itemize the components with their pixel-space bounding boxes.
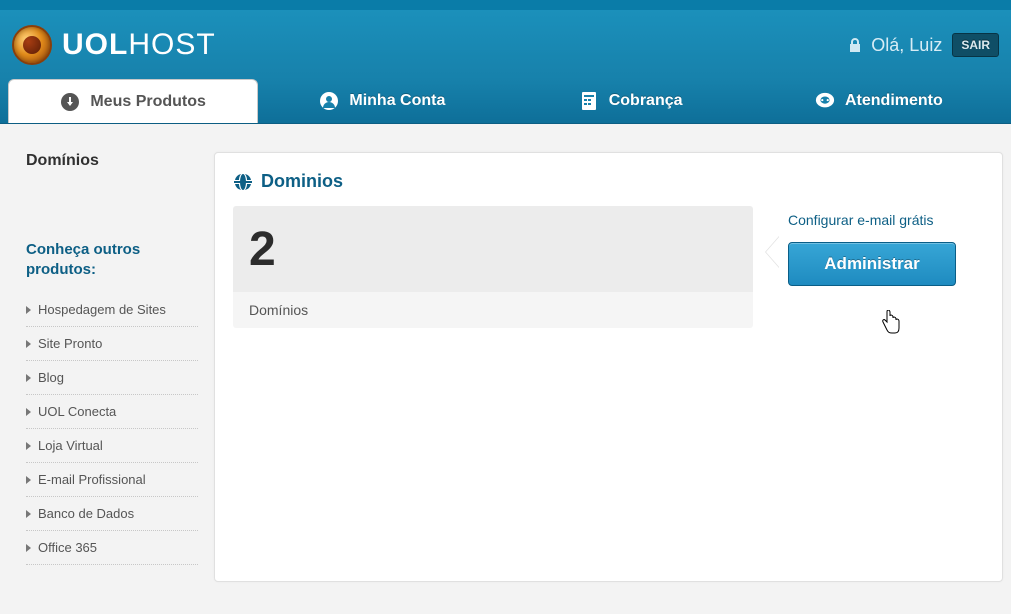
config-email-link[interactable]: Configurar e-mail grátis [788,212,984,228]
user-icon [319,91,339,111]
sidebar-list: Hospedagem de Sites Site Pronto Blog UOL… [26,293,198,565]
sidebar-item-label: E-mail Profissional [38,472,146,487]
header: UOLHOST Olá, Luiz SAIR [0,10,1011,80]
sidebar-item-office-365[interactable]: Office 365 [26,531,198,565]
billing-icon [579,91,599,111]
download-icon [60,92,80,112]
dominios-card: Dominios 2 Domínios Configurar e-mail gr… [214,152,1003,582]
lock-icon [849,38,861,52]
logo-light: HOST [128,28,215,61]
brand-logo[interactable]: UOLHOST [12,25,216,65]
support-icon [815,91,835,111]
tab-meus-produtos[interactable]: Meus Produtos [8,79,258,123]
top-accent-bar [0,0,1011,10]
card-title-row: Dominios [233,171,984,192]
tab-label: Atendimento [845,92,943,110]
tab-minha-conta[interactable]: Minha Conta [258,79,506,123]
greeting-text: Olá, Luiz [871,35,942,56]
sidebar-subtitle: Conheça outros produtos: [26,240,198,279]
sidebar-item-label: Blog [38,370,64,385]
stat-value: 2 [249,222,276,277]
page-body: Domínios Conheça outros produtos: Hosped… [0,124,1011,582]
sidebar: Domínios Conheça outros produtos: Hosped… [8,152,198,582]
actions-panel: Configurar e-mail grátis Administrar [788,206,984,286]
main-tabs: Meus Produtos Minha Conta Cobrança Atend… [0,80,1011,124]
stat-top: 2 [233,206,753,292]
sidebar-item-label: Site Pronto [38,336,102,351]
sidebar-item-hospedagem[interactable]: Hospedagem de Sites [26,293,198,327]
sidebar-item-label: Office 365 [38,540,97,555]
sidebar-title: Domínios [26,152,198,170]
tab-label: Meus Produtos [90,93,206,111]
stat-row: 2 Domínios Configurar e-mail grátis Admi… [233,206,984,328]
sidebar-item-label: Hospedagem de Sites [38,302,166,317]
sidebar-item-blog[interactable]: Blog [26,361,198,395]
globe-icon [233,172,253,192]
sidebar-item-site-pronto[interactable]: Site Pronto [26,327,198,361]
sidebar-item-loja-virtual[interactable]: Loja Virtual [26,429,198,463]
logout-button[interactable]: SAIR [952,33,999,57]
logo-bold: UOL [62,28,128,61]
sidebar-item-label: UOL Conecta [38,404,116,419]
logo-text: UOLHOST [62,28,216,62]
logo-badge-icon [12,25,52,65]
tab-label: Minha Conta [349,92,445,110]
stat-box: 2 Domínios [233,206,753,328]
main-content: Dominios 2 Domínios Configurar e-mail gr… [214,152,1003,582]
tab-cobranca[interactable]: Cobrança [507,79,755,123]
sidebar-item-banco-de-dados[interactable]: Banco de Dados [26,497,198,531]
tab-label: Cobrança [609,92,683,110]
sidebar-item-email-profissional[interactable]: E-mail Profissional [26,463,198,497]
administrar-button[interactable]: Administrar [788,242,956,286]
sidebar-item-uol-conecta[interactable]: UOL Conecta [26,395,198,429]
header-right: Olá, Luiz SAIR [849,33,999,57]
sidebar-item-label: Banco de Dados [38,506,134,521]
tab-atendimento[interactable]: Atendimento [755,79,1003,123]
stat-label: Domínios [233,292,753,328]
sidebar-item-label: Loja Virtual [38,438,103,453]
card-title: Dominios [261,171,343,192]
